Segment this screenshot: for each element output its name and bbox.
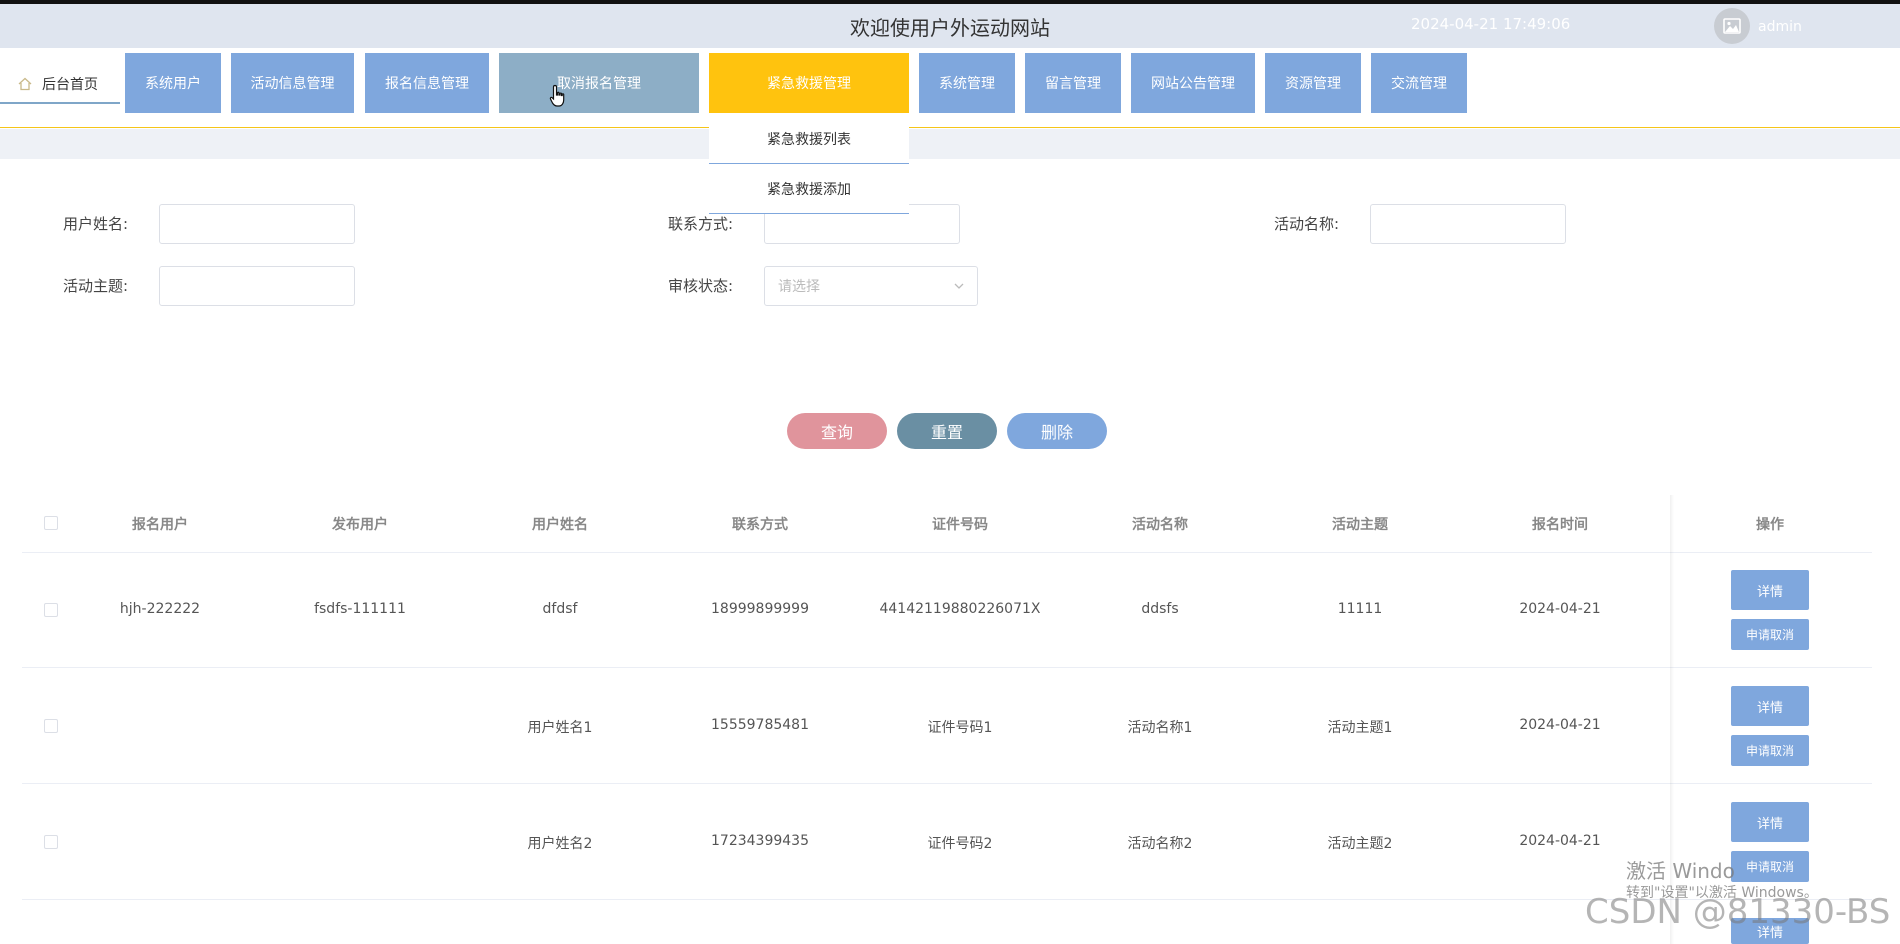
cell-contact: 15559785481 (711, 717, 809, 733)
detail-button[interactable]: 详情 (1731, 802, 1809, 842)
cell-signup-time: 2024-04-21 (1519, 717, 1601, 733)
cell-activity-name: 活动名称1 (1127, 720, 1193, 736)
cell-user-name: 用户姓名2 (527, 836, 593, 852)
cell-contact: 17234399435 (711, 833, 809, 849)
cell-activity-theme: 活动主题1 (1327, 720, 1393, 736)
cell-activity-name: ddsfs (1141, 601, 1179, 617)
nav-system-users[interactable]: 系统用户 (125, 53, 221, 113)
activity-theme-input[interactable] (159, 266, 355, 306)
row-divider (22, 667, 1872, 668)
query-button[interactable]: 查询 (787, 413, 887, 449)
cell-activity-name: 活动名称2 (1127, 836, 1193, 852)
header-signup-time: 报名时间 (1532, 517, 1588, 533)
row-checkbox[interactable] (44, 835, 58, 849)
detail-button[interactable]: 详情 (1731, 570, 1809, 610)
current-datetime: 2024-04-21 17:49:06 (1411, 15, 1571, 33)
cell-publisher: fsdfs-111111 (314, 601, 406, 617)
header-activity-name: 活动名称 (1132, 517, 1188, 533)
csdn-watermark: CSDN @81330-BS (1585, 892, 1891, 932)
cell-id-no: 44142119880226071X (879, 601, 1041, 617)
cell-user-name: 用户姓名1 (527, 720, 593, 736)
select-all-checkbox[interactable] (44, 516, 58, 530)
row-checkbox[interactable] (44, 719, 58, 733)
cell-activity-theme: 11111 (1337, 601, 1383, 617)
apply-cancel-button[interactable]: 申请取消 (1731, 619, 1809, 650)
cell-signup-user: hjh-222222 (119, 601, 201, 617)
top-header: 欢迎使用户外运动网站 2024-04-21 17:49:06 admin (0, 0, 1900, 48)
nav-signup-info[interactable]: 报名信息管理 (365, 53, 489, 113)
sub-bar (0, 129, 1900, 159)
site-title: 欢迎使用户外运动网站 (850, 16, 1050, 40)
apply-cancel-button[interactable]: 申请取消 (1731, 735, 1809, 766)
nav-resources[interactable]: 资源管理 (1265, 53, 1361, 113)
activity-name-label: 活动名称: (1273, 215, 1339, 233)
user-name-label: 用户姓名: (62, 215, 128, 233)
pointer-cursor-icon (549, 84, 565, 107)
review-status-select[interactable]: 请选择 (764, 266, 978, 306)
nav-cancel-signup[interactable]: 取消报名管理 (499, 53, 699, 113)
nav-emergency-rescue[interactable]: 紧急救援管理 (709, 53, 909, 113)
nav-cancel-signup-label: 取消报名管理 (557, 76, 641, 92)
home-icon (18, 77, 32, 91)
header-contact: 联系方式 (732, 517, 788, 533)
nav-system-manage[interactable]: 系统管理 (919, 53, 1015, 113)
nav-announcements[interactable]: 网站公告管理 (1131, 53, 1255, 113)
dropdown-rescue-list[interactable]: 紧急救援列表 (709, 114, 909, 164)
cell-user-name: dfdsf (542, 601, 578, 617)
header-id-no: 证件号码 (932, 517, 988, 533)
reset-button[interactable]: 重置 (897, 413, 997, 449)
nav-exchange[interactable]: 交流管理 (1371, 53, 1467, 113)
emergency-rescue-dropdown: 紧急救援列表 紧急救援添加 (709, 114, 909, 214)
header-activity-theme: 活动主题 (1332, 517, 1388, 533)
cell-id-no: 证件号码2 (927, 836, 993, 852)
apply-cancel-button[interactable]: 申请取消 (1731, 851, 1809, 882)
nav-home-label: 后台首页 (42, 77, 98, 93)
nav-activity-info[interactable]: 活动信息管理 (231, 53, 354, 113)
cell-activity-theme: 活动主题2 (1327, 836, 1393, 852)
windows-activation-title: 激活 Windo (1626, 859, 1735, 883)
delete-button[interactable]: 删除 (1007, 413, 1107, 449)
activity-theme-label: 活动主题: (62, 277, 128, 295)
username[interactable]: admin (1758, 19, 1802, 35)
avatar[interactable] (1714, 8, 1750, 44)
activity-name-input[interactable] (1370, 204, 1566, 244)
review-status-placeholder: 请选择 (778, 279, 820, 295)
row-checkbox[interactable] (44, 603, 58, 617)
cell-id-no: 证件号码1 (927, 720, 993, 736)
contact-label: 联系方式: (667, 215, 733, 233)
header-signup-user: 报名用户 (132, 517, 188, 533)
main-nav: 后台首页 系统用户 活动信息管理 报名信息管理 取消报名管理 紧急救援管理 系统… (0, 48, 1900, 128)
row-divider (22, 552, 1872, 553)
header-user-name: 用户姓名 (532, 517, 588, 533)
cell-contact: 18999899999 (711, 601, 809, 617)
row-divider (22, 783, 1872, 784)
review-status-label: 审核状态: (667, 277, 733, 295)
image-icon (1723, 18, 1741, 34)
header-publisher: 发布用户 (332, 517, 388, 533)
user-name-input[interactable] (159, 204, 355, 244)
chevron-down-icon (954, 283, 964, 289)
header-operation: 操作 (1756, 517, 1784, 533)
nav-home[interactable]: 后台首页 (0, 66, 120, 104)
cell-signup-time: 2024-04-21 (1519, 601, 1601, 617)
nav-messages[interactable]: 留言管理 (1025, 53, 1121, 113)
cell-signup-time: 2024-04-21 (1519, 833, 1601, 849)
detail-button[interactable]: 详情 (1731, 686, 1809, 726)
dropdown-rescue-add[interactable]: 紧急救援添加 (709, 164, 909, 214)
